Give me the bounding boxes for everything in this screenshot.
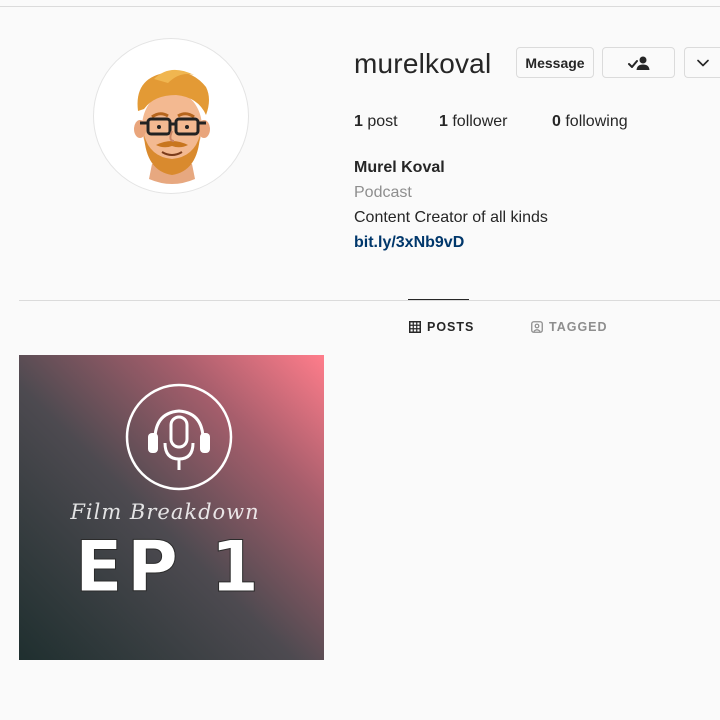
followers-count-value: 1 [439,113,448,130]
tabs-divider [19,300,720,301]
profile-stats: 1 post 1 follower 0 following [354,111,628,133]
posts-count: 1 post [354,111,439,133]
post-thumbnail[interactable]: Film Breakdown EP 1 [19,355,324,660]
profile-link[interactable]: bit.ly/3xNb9vD [354,232,464,254]
post-episode: EP 1 [75,526,263,608]
profile-category: Podcast [354,184,412,201]
grid-icon [409,321,421,333]
followers-count[interactable]: 1 follower [439,111,552,133]
person-check-icon [627,56,649,70]
chevron-down-icon [696,59,709,66]
posts-count-label: post [362,113,398,130]
tab-posts-label: POSTS [427,320,475,334]
tab-tagged[interactable]: TAGGED [531,320,608,334]
tagged-icon [531,321,543,333]
message-button[interactable]: Message [516,47,594,78]
following-count-value: 0 [552,113,561,130]
posts-count-value: 1 [354,113,363,130]
following-button[interactable] [602,47,675,78]
profile-bio: Content Creator of all kinds [354,209,548,226]
tab-tagged-label: TAGGED [549,320,608,334]
tab-posts[interactable]: POSTS [409,320,474,334]
following-count-label: following [560,113,628,130]
more-options-button[interactable] [684,47,720,78]
active-tab-indicator [408,299,469,300]
following-count[interactable]: 0 following [552,111,628,133]
followers-count-label: follower [447,113,508,130]
post-title: Film Breakdown [69,500,259,524]
top-border [0,6,720,7]
profile-avatar[interactable] [93,38,249,194]
profile-username: murelkoval [354,48,492,79]
cartoon-avatar-icon [134,69,210,184]
profile-full-name: Murel Koval [354,159,445,176]
